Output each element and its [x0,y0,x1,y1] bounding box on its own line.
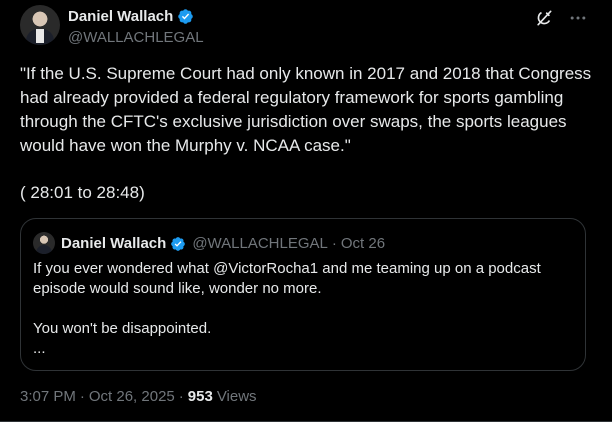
quoted-text-ellipsis: ... [33,340,46,357]
quoted-text-line-2: You won't be disappointed. [33,320,212,337]
grok-icon[interactable] [534,8,554,28]
quoted-tweet-card[interactable]: Daniel Wallach @WALLACHLEGAL · Oct 26 If… [20,218,586,371]
views-count: 953 [187,388,213,405]
post-date[interactable]: Oct 26, 2025 [89,388,175,405]
quoted-tweet-text: If you ever wondered what @VictorRocha1 … [33,259,573,359]
tweet-timecode: ( 28:01 to 28:48) [20,183,145,202]
quoted-author-handle[interactable]: @WALLACHLEGAL [192,235,328,252]
author-avatar[interactable] [20,5,60,45]
quoted-date[interactable]: Oct 26 [341,235,385,252]
avatar-collar [36,29,44,43]
quoted-text-line-1: If you ever wondered what @VictorRocha1 … [33,260,541,297]
meta-separator-2: · [178,388,184,405]
tweet-text: "If the U.S. Supreme Court had only know… [20,64,592,155]
post-time[interactable]: 3:07 PM [20,388,76,405]
meta-separator-1: · [79,388,85,405]
views-label: Views [216,388,257,405]
author-display-name[interactable]: Daniel Wallach [68,8,173,25]
quoted-tweet-header: Daniel Wallach @WALLACHLEGAL · Oct 26 [61,235,385,252]
quoted-verified-badge-icon [171,236,186,251]
author-handle[interactable]: @WALLACHLEGAL [68,29,204,46]
more-options-icon[interactable] [568,8,588,28]
tweet-container: Daniel Wallach @WALLACHLEGAL "If the U.S… [0,0,612,422]
top-actions [534,8,588,28]
quoted-author-name[interactable]: Daniel Wallach [61,235,166,252]
verified-badge-icon [178,9,194,24]
author-name-row: Daniel Wallach [68,8,194,25]
quoted-author-avatar[interactable] [33,232,55,254]
tweet-meta: 3:07 PM · Oct 26, 2025 · 953 Views [20,388,257,405]
quoted-separator: · [331,235,337,252]
quoted-avatar-figure [36,245,52,254]
